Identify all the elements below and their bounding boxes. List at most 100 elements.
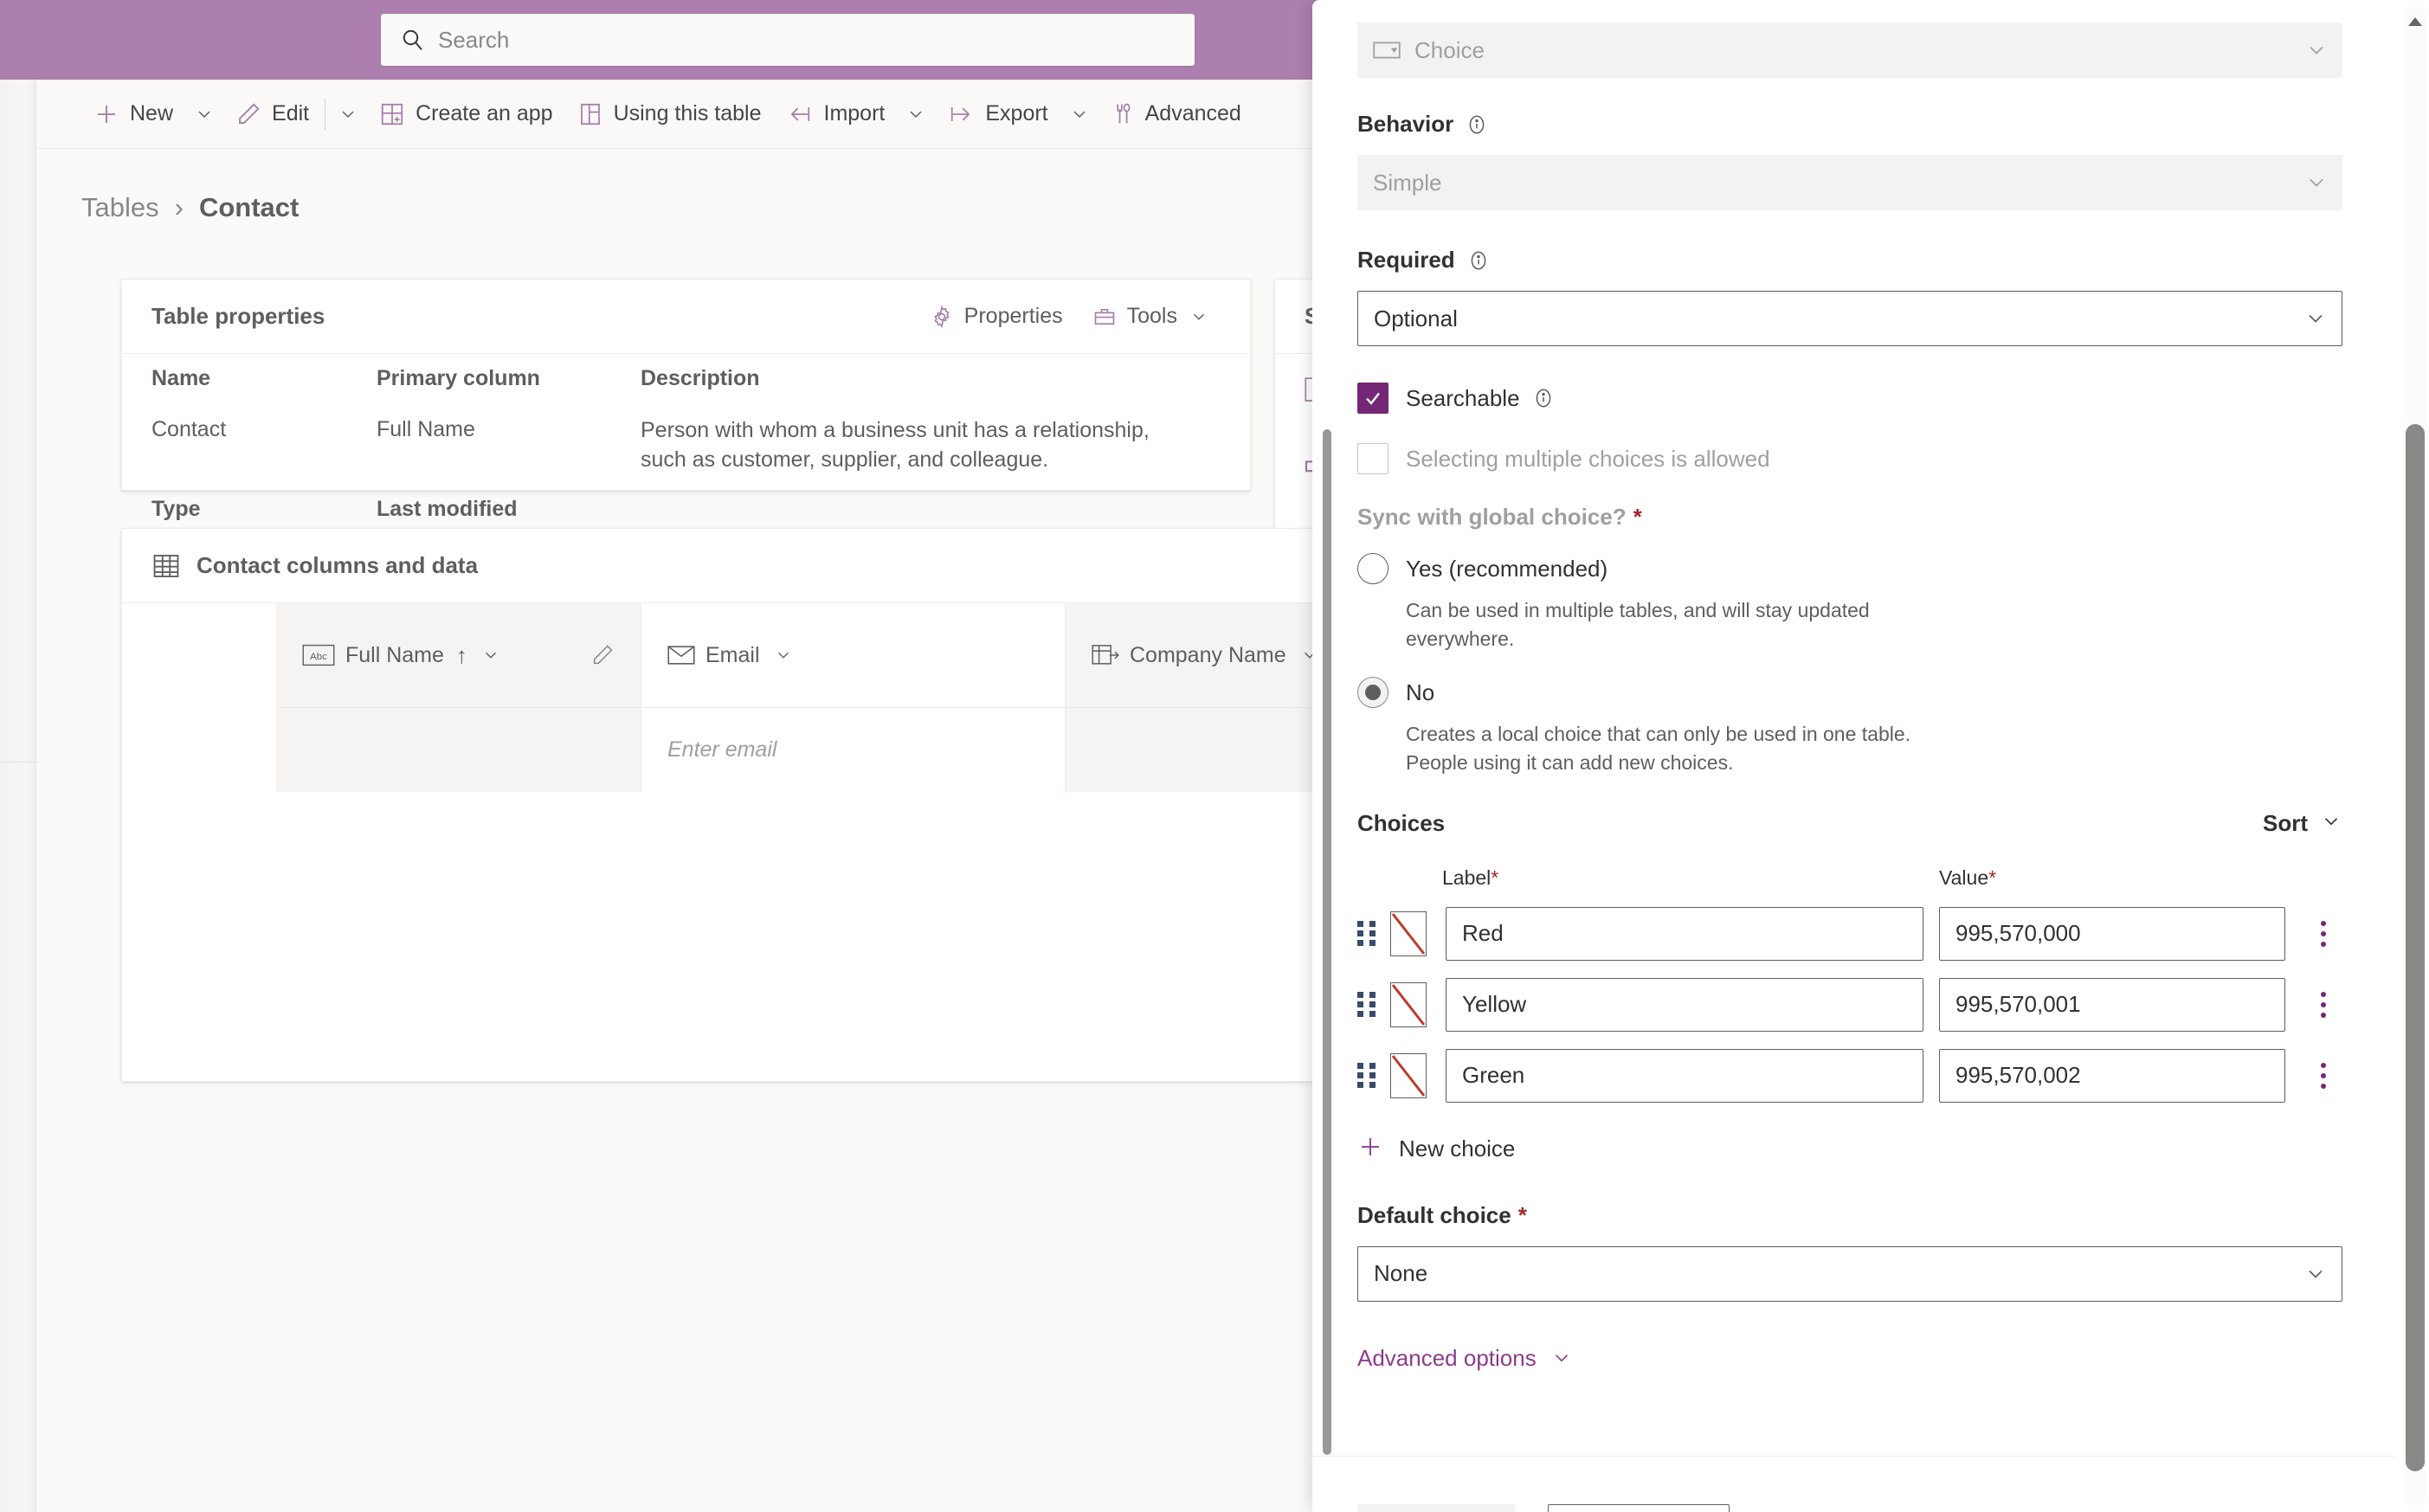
export-chevron-button[interactable] (1060, 90, 1099, 138)
cell-full-name[interactable] (276, 707, 641, 792)
choice-row[interactable]: Green 995,570,002 (1357, 1048, 2342, 1103)
choices-col-value-text: Value (1939, 865, 1989, 889)
behavior-field: Behavior Simple (1312, 78, 2394, 210)
edit-label: Edit (272, 101, 310, 125)
cancel-button[interactable] (1548, 1504, 1730, 1512)
chevron-down-icon[interactable] (481, 646, 500, 665)
edit-button[interactable]: Edit (223, 90, 321, 138)
no-color-swatch-icon[interactable] (1390, 1052, 1427, 1098)
panel-footer-divider (1312, 1456, 2394, 1457)
advanced-options-label: Advanced options (1357, 1344, 1537, 1371)
choice-label-input[interactable]: Yellow (1446, 977, 1923, 1032)
choice-more-options-icon[interactable] (2304, 915, 2342, 953)
search-icon (400, 27, 426, 53)
breadcrumb: Tables › Contact (81, 192, 299, 223)
no-color-swatch-icon[interactable] (1390, 910, 1427, 956)
chevron-down-icon (2303, 1262, 2328, 1286)
edit-chevron-button[interactable] (329, 90, 367, 138)
searchable-checkbox-row[interactable]: Searchable (1357, 383, 2342, 414)
new-button[interactable]: New (81, 90, 185, 138)
info-icon[interactable] (1467, 249, 1490, 272)
cell-email[interactable]: Enter email (641, 707, 1066, 792)
export-button[interactable]: Export (935, 90, 1060, 138)
choice-row[interactable]: Red 995,570,000 (1357, 906, 2342, 961)
using-this-table-button[interactable]: Using this table (565, 90, 774, 138)
scroll-up-arrow-icon[interactable] (2406, 16, 2424, 28)
new-chevron-button[interactable] (185, 90, 223, 138)
table-properties-header: Table properties Properties Tools (122, 280, 1250, 354)
default-choice-combo[interactable]: None (1357, 1245, 2342, 1302)
import-chevron-button[interactable] (897, 90, 935, 138)
tools-button[interactable]: Tools (1080, 293, 1221, 340)
data-type-value: Choice (1414, 36, 1485, 63)
choice-value-input[interactable]: 995,570,002 (1939, 1048, 2285, 1103)
row-gutter-cell (122, 707, 276, 792)
required-combo[interactable]: Optional (1357, 291, 2342, 346)
edit-column-icon[interactable] (590, 643, 615, 667)
choice-label-input[interactable]: Red (1446, 906, 1923, 961)
breadcrumb-separator: › (174, 192, 184, 222)
advanced-button[interactable]: Advanced (1099, 90, 1253, 138)
required-label-row: Required (1357, 247, 2342, 273)
sync-global-choice-group: Sync with global choice? * Yes (recommen… (1312, 474, 2394, 777)
pencil-icon (235, 101, 261, 127)
required-field: Required Optional (1312, 210, 2394, 346)
choice-more-options-icon[interactable] (2304, 986, 2342, 1024)
no-color-swatch-icon[interactable] (1390, 981, 1427, 1027)
page-scrollbar-thumb[interactable] (2406, 424, 2425, 1471)
grid-column-header-email[interactable]: Email (641, 603, 1066, 707)
global-search-box[interactable]: Search (381, 14, 1195, 66)
grid-column-header-full-name[interactable]: Abc Full Name ↑ (276, 603, 641, 707)
drag-handle-icon[interactable] (1357, 919, 1376, 949)
import-button[interactable]: Import (774, 90, 898, 138)
advanced-options-toggle[interactable]: Advanced options (1357, 1345, 2342, 1372)
tools-label: Tools (1126, 304, 1177, 328)
default-choice-label: Default choice (1357, 1201, 1511, 1228)
chevron-down-icon (2303, 306, 2328, 331)
drag-handle-icon[interactable] (1357, 1061, 1376, 1091)
choice-row[interactable]: Yellow 995,570,001 (1357, 977, 2342, 1032)
sort-button[interactable]: Sort (2263, 810, 2342, 837)
plus-icon (1357, 1134, 1383, 1164)
grid-gutter-cell (122, 603, 276, 707)
table-properties-title: Table properties (151, 303, 325, 329)
chevron-down-icon (2304, 171, 2329, 195)
radio-yes[interactable] (1357, 553, 1388, 584)
radio-no[interactable] (1357, 677, 1388, 709)
searchable-checkbox[interactable] (1357, 383, 1388, 414)
create-app-icon (379, 101, 405, 127)
required-value: Optional (1374, 305, 1458, 331)
abc-text-icon: Abc (302, 643, 335, 667)
properties-button[interactable]: Properties (918, 293, 1075, 340)
choice-value-input[interactable]: 995,570,001 (1939, 977, 2285, 1032)
left-nav-rail[interactable] (0, 0, 36, 1512)
save-button[interactable] (1357, 1504, 1515, 1512)
advanced-label: Advanced (1144, 101, 1241, 125)
choice-more-options-icon[interactable] (2304, 1057, 2342, 1095)
choices-col-label-text: Label (1442, 865, 1492, 889)
drag-handle-icon[interactable] (1357, 990, 1376, 1020)
info-icon[interactable] (1466, 113, 1488, 136)
sync-global-option-yes[interactable]: Yes (recommended) (1357, 553, 2342, 584)
panel-inner-scrollbar-thumb[interactable] (1323, 429, 1331, 1455)
choice-label-input[interactable]: Green (1446, 1048, 1923, 1103)
advanced-options-section: Advanced options (1312, 1302, 2394, 1372)
export-arrow-icon (947, 102, 975, 126)
behavior-combo[interactable]: Simple (1357, 155, 2342, 210)
svg-text:Abc: Abc (310, 652, 327, 662)
info-icon[interactable] (1532, 387, 1555, 409)
new-choice-button[interactable]: New choice (1357, 1134, 2342, 1164)
choice-value-input[interactable]: 995,570,000 (1939, 906, 2285, 961)
new-choice-label: New choice (1399, 1135, 1516, 1161)
searchable-row[interactable]: Searchable (1312, 346, 2394, 414)
data-type-combo[interactable]: Choice (1357, 23, 2342, 78)
breadcrumb-tables-link[interactable]: Tables (81, 192, 159, 223)
create-an-app-button[interactable]: Create an app (367, 90, 564, 138)
using-table-icon (577, 101, 603, 127)
default-choice-value: None (1374, 1260, 1428, 1287)
import-label: Import (823, 101, 886, 125)
chevron-down-icon[interactable] (774, 646, 793, 665)
sync-global-option-no[interactable]: No (1357, 677, 2342, 709)
grid-header-label-company-name: Company Name (1130, 642, 1286, 667)
radio-yes-description: Can be used in multiple tables, and will… (1406, 599, 1870, 650)
